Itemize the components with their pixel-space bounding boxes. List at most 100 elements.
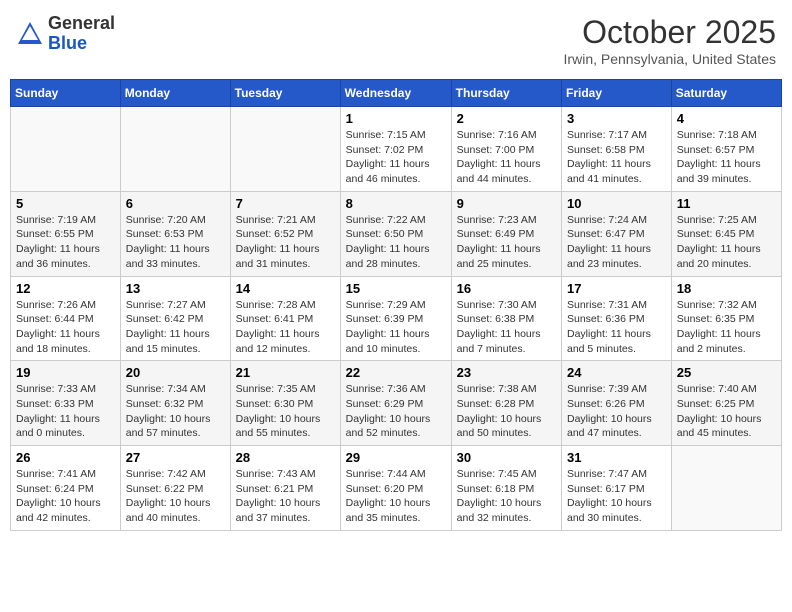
- day-number: 28: [236, 450, 335, 465]
- day-number: 31: [567, 450, 666, 465]
- location: Irwin, Pennsylvania, United States: [564, 51, 776, 67]
- day-number: 6: [126, 196, 225, 211]
- day-number: 20: [126, 365, 225, 380]
- day-info: Sunrise: 7:34 AM Sunset: 6:32 PM Dayligh…: [126, 382, 225, 441]
- calendar-cell: 27 Sunrise: 7:42 AM Sunset: 6:22 PM Dayli…: [120, 446, 230, 531]
- calendar-cell: 28 Sunrise: 7:43 AM Sunset: 6:21 PM Dayli…: [230, 446, 340, 531]
- day-info: Sunrise: 7:31 AM Sunset: 6:36 PM Dayligh…: [567, 298, 666, 357]
- day-info: Sunrise: 7:43 AM Sunset: 6:21 PM Dayligh…: [236, 467, 335, 526]
- day-number: 4: [677, 111, 776, 126]
- day-number: 18: [677, 281, 776, 296]
- logo-icon: [16, 20, 44, 48]
- calendar-cell: 24 Sunrise: 7:39 AM Sunset: 6:26 PM Dayli…: [562, 361, 672, 446]
- day-info: Sunrise: 7:29 AM Sunset: 6:39 PM Dayligh…: [346, 298, 446, 357]
- day-number: 8: [346, 196, 446, 211]
- days-header-row: SundayMondayTuesdayWednesdayThursdayFrid…: [11, 80, 782, 107]
- calendar-cell: [671, 446, 781, 531]
- calendar-cell: 21 Sunrise: 7:35 AM Sunset: 6:30 PM Dayli…: [230, 361, 340, 446]
- day-info: Sunrise: 7:33 AM Sunset: 6:33 PM Dayligh…: [16, 382, 115, 441]
- calendar-cell: 3 Sunrise: 7:17 AM Sunset: 6:58 PM Daylig…: [562, 107, 672, 192]
- day-header-thursday: Thursday: [451, 80, 561, 107]
- day-number: 5: [16, 196, 115, 211]
- calendar-cell: 31Sunrise: 7:47 AM Sunset: 6:17 PM Dayli…: [562, 446, 672, 531]
- day-info: Sunrise: 7:21 AM Sunset: 6:52 PM Dayligh…: [236, 213, 335, 272]
- day-info: Sunrise: 7:35 AM Sunset: 6:30 PM Dayligh…: [236, 382, 335, 441]
- day-info: Sunrise: 7:40 AM Sunset: 6:25 PM Dayligh…: [677, 382, 776, 441]
- calendar-cell: 17 Sunrise: 7:31 AM Sunset: 6:36 PM Dayli…: [562, 276, 672, 361]
- calendar-cell: 4 Sunrise: 7:18 AM Sunset: 6:57 PM Daylig…: [671, 107, 781, 192]
- day-number: 29: [346, 450, 446, 465]
- calendar-cell: 14 Sunrise: 7:28 AM Sunset: 6:41 PM Dayli…: [230, 276, 340, 361]
- day-info: Sunrise: 7:17 AM Sunset: 6:58 PM Dayligh…: [567, 128, 666, 187]
- day-info: Sunrise: 7:25 AM Sunset: 6:45 PM Dayligh…: [677, 213, 776, 272]
- calendar-cell: 23Sunrise: 7:38 AM Sunset: 6:28 PM Dayli…: [451, 361, 561, 446]
- calendar-cell: 16Sunrise: 7:30 AM Sunset: 6:38 PM Dayli…: [451, 276, 561, 361]
- day-number: 1: [346, 111, 446, 126]
- day-info: Sunrise: 7:32 AM Sunset: 6:35 PM Dayligh…: [677, 298, 776, 357]
- day-info: Sunrise: 7:23 AM Sunset: 6:49 PM Dayligh…: [457, 213, 556, 272]
- day-info: Sunrise: 7:28 AM Sunset: 6:41 PM Dayligh…: [236, 298, 335, 357]
- calendar-cell: 15 Sunrise: 7:29 AM Sunset: 6:39 PM Dayli…: [340, 276, 451, 361]
- day-info: Sunrise: 7:26 AM Sunset: 6:44 PM Dayligh…: [16, 298, 115, 357]
- calendar-cell: [230, 107, 340, 192]
- calendar-cell: 7 Sunrise: 7:21 AM Sunset: 6:52 PM Daylig…: [230, 191, 340, 276]
- calendar-cell: 8Sunrise: 7:22 AM Sunset: 6:50 PM Daylig…: [340, 191, 451, 276]
- day-number: 15: [346, 281, 446, 296]
- day-info: Sunrise: 7:41 AM Sunset: 6:24 PM Dayligh…: [16, 467, 115, 526]
- day-number: 17: [567, 281, 666, 296]
- day-info: Sunrise: 7:18 AM Sunset: 6:57 PM Dayligh…: [677, 128, 776, 187]
- day-number: 13: [126, 281, 225, 296]
- calendar-week-row: 19Sunrise: 7:33 AM Sunset: 6:33 PM Dayli…: [11, 361, 782, 446]
- calendar-week-row: 12Sunrise: 7:26 AM Sunset: 6:44 PM Dayli…: [11, 276, 782, 361]
- calendar-week-row: 1Sunrise: 7:15 AM Sunset: 7:02 PM Daylig…: [11, 107, 782, 192]
- calendar-cell: 1Sunrise: 7:15 AM Sunset: 7:02 PM Daylig…: [340, 107, 451, 192]
- day-number: 26: [16, 450, 115, 465]
- day-number: 16: [457, 281, 556, 296]
- title-block: October 2025 Irwin, Pennsylvania, United…: [564, 14, 776, 67]
- day-info: Sunrise: 7:44 AM Sunset: 6:20 PM Dayligh…: [346, 467, 446, 526]
- day-number: 14: [236, 281, 335, 296]
- day-number: 30: [457, 450, 556, 465]
- day-header-friday: Friday: [562, 80, 672, 107]
- day-info: Sunrise: 7:45 AM Sunset: 6:18 PM Dayligh…: [457, 467, 556, 526]
- day-info: Sunrise: 7:20 AM Sunset: 6:53 PM Dayligh…: [126, 213, 225, 272]
- day-number: 23: [457, 365, 556, 380]
- calendar-cell: 2Sunrise: 7:16 AM Sunset: 7:00 PM Daylig…: [451, 107, 561, 192]
- calendar-cell: 13Sunrise: 7:27 AM Sunset: 6:42 PM Dayli…: [120, 276, 230, 361]
- calendar-week-row: 5 Sunrise: 7:19 AM Sunset: 6:55 PM Daylig…: [11, 191, 782, 276]
- calendar-cell: 26 Sunrise: 7:41 AM Sunset: 6:24 PM Dayli…: [11, 446, 121, 531]
- day-header-wednesday: Wednesday: [340, 80, 451, 107]
- day-number: 3: [567, 111, 666, 126]
- calendar-cell: 12Sunrise: 7:26 AM Sunset: 6:44 PM Dayli…: [11, 276, 121, 361]
- day-number: 22: [346, 365, 446, 380]
- logo-general: General: [48, 14, 115, 34]
- day-header-saturday: Saturday: [671, 80, 781, 107]
- logo: General Blue: [16, 14, 115, 54]
- day-number: 11: [677, 196, 776, 211]
- day-number: 10: [567, 196, 666, 211]
- calendar-cell: 20 Sunrise: 7:34 AM Sunset: 6:32 PM Dayli…: [120, 361, 230, 446]
- page-header: General Blue October 2025 Irwin, Pennsyl…: [10, 10, 782, 71]
- calendar-week-row: 26 Sunrise: 7:41 AM Sunset: 6:24 PM Dayli…: [11, 446, 782, 531]
- day-header-sunday: Sunday: [11, 80, 121, 107]
- calendar-cell: 19Sunrise: 7:33 AM Sunset: 6:33 PM Dayli…: [11, 361, 121, 446]
- calendar-cell: [120, 107, 230, 192]
- day-header-monday: Monday: [120, 80, 230, 107]
- day-info: Sunrise: 7:39 AM Sunset: 6:26 PM Dayligh…: [567, 382, 666, 441]
- calendar-cell: 22Sunrise: 7:36 AM Sunset: 6:29 PM Dayli…: [340, 361, 451, 446]
- calendar-cell: 6 Sunrise: 7:20 AM Sunset: 6:53 PM Daylig…: [120, 191, 230, 276]
- day-info: Sunrise: 7:42 AM Sunset: 6:22 PM Dayligh…: [126, 467, 225, 526]
- day-info: Sunrise: 7:24 AM Sunset: 6:47 PM Dayligh…: [567, 213, 666, 272]
- logo-text: General Blue: [48, 14, 115, 54]
- day-header-tuesday: Tuesday: [230, 80, 340, 107]
- calendar-cell: 10 Sunrise: 7:24 AM Sunset: 6:47 PM Dayli…: [562, 191, 672, 276]
- calendar-cell: 25Sunrise: 7:40 AM Sunset: 6:25 PM Dayli…: [671, 361, 781, 446]
- day-number: 24: [567, 365, 666, 380]
- day-number: 2: [457, 111, 556, 126]
- calendar-cell: 30 Sunrise: 7:45 AM Sunset: 6:18 PM Dayli…: [451, 446, 561, 531]
- logo-blue: Blue: [48, 34, 115, 54]
- day-info: Sunrise: 7:19 AM Sunset: 6:55 PM Dayligh…: [16, 213, 115, 272]
- day-number: 27: [126, 450, 225, 465]
- day-number: 21: [236, 365, 335, 380]
- day-number: 7: [236, 196, 335, 211]
